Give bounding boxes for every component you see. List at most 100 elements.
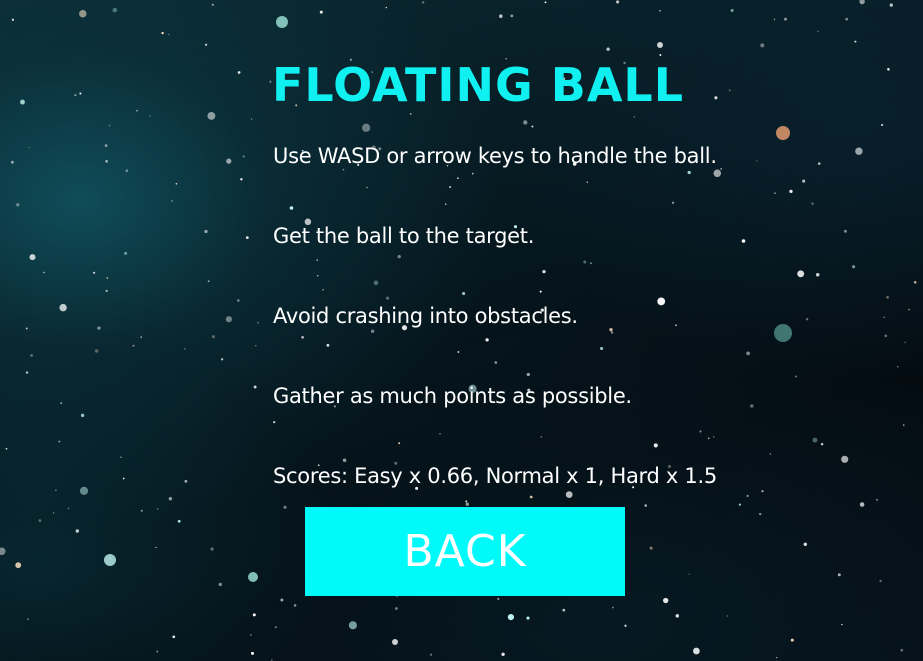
star	[132, 344, 135, 347]
star	[274, 626, 277, 629]
star	[156, 650, 159, 653]
star	[124, 251, 128, 255]
star	[373, 280, 379, 286]
star	[730, 9, 734, 12]
star	[610, 331, 614, 334]
star	[815, 273, 820, 277]
star	[366, 186, 368, 189]
star	[242, 155, 245, 158]
star	[422, 1, 425, 4]
star	[879, 579, 882, 583]
star	[257, 322, 259, 324]
star	[385, 296, 390, 300]
star	[210, 547, 214, 551]
star	[855, 147, 863, 155]
star	[756, 160, 758, 162]
star	[104, 144, 108, 147]
star	[876, 498, 878, 501]
star	[889, 3, 893, 7]
star	[659, 9, 661, 12]
star	[790, 638, 794, 642]
star	[526, 372, 530, 377]
star	[444, 203, 447, 205]
star	[746, 351, 750, 356]
star	[67, 507, 70, 510]
star	[342, 458, 347, 462]
star	[108, 124, 111, 127]
star	[805, 318, 809, 321]
star	[913, 280, 917, 284]
star	[741, 239, 746, 243]
star	[79, 486, 89, 495]
star	[149, 115, 151, 117]
star	[600, 346, 604, 351]
star	[175, 182, 178, 185]
star	[25, 371, 29, 374]
star	[273, 421, 276, 424]
star	[172, 635, 176, 639]
star	[616, 0, 620, 4]
star	[760, 43, 765, 48]
star	[688, 573, 690, 575]
star	[250, 118, 253, 120]
star	[280, 598, 284, 602]
star	[59, 303, 67, 312]
star	[644, 504, 647, 507]
star	[883, 316, 885, 318]
star	[79, 92, 82, 95]
star	[465, 502, 469, 506]
star	[93, 271, 96, 274]
star	[211, 3, 214, 6]
star	[501, 652, 505, 656]
star	[236, 299, 240, 302]
star	[80, 413, 85, 418]
star	[218, 582, 223, 587]
star	[326, 343, 330, 347]
star	[675, 324, 677, 327]
star	[184, 479, 188, 483]
star	[58, 440, 61, 443]
instruction-controls: Use WASD or arrow keys to handle the bal…	[273, 144, 717, 168]
star	[542, 269, 546, 274]
star	[183, 348, 186, 350]
star	[316, 274, 319, 277]
star	[5, 447, 8, 450]
star	[589, 262, 592, 265]
game-title: FLOATING BALL	[272, 58, 685, 112]
star	[900, 648, 904, 652]
star	[712, 436, 715, 438]
star	[74, 94, 77, 97]
star	[854, 40, 857, 43]
star	[802, 179, 806, 183]
star	[526, 616, 530, 620]
star	[348, 621, 357, 630]
star	[562, 608, 566, 612]
star	[316, 259, 319, 262]
star	[811, 202, 814, 205]
star	[523, 120, 528, 125]
star	[902, 424, 905, 426]
star	[168, 496, 173, 501]
star	[155, 546, 157, 549]
back-button[interactable]: BACK	[305, 507, 625, 596]
star	[10, 160, 14, 164]
star	[609, 328, 613, 332]
star	[539, 290, 542, 293]
star	[0, 547, 6, 556]
star	[55, 489, 57, 491]
star	[803, 542, 808, 547]
star	[908, 308, 910, 311]
star	[52, 512, 55, 514]
star	[29, 254, 36, 261]
star	[624, 624, 627, 627]
star	[859, 0, 865, 5]
star	[774, 192, 776, 195]
star	[789, 189, 793, 194]
star	[97, 326, 101, 330]
star	[392, 639, 398, 645]
star	[27, 618, 29, 620]
star	[611, 606, 614, 609]
star	[887, 68, 890, 71]
star	[253, 385, 257, 389]
star	[370, 329, 375, 334]
